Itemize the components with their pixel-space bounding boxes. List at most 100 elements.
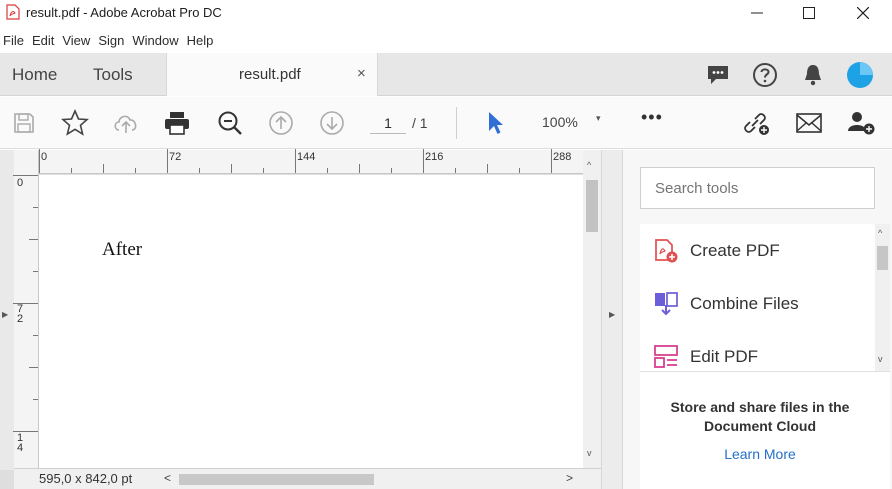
- scroll-down-icon[interactable]: v: [878, 354, 883, 364]
- help-icon[interactable]: [751, 61, 779, 89]
- window-title: result.pdf - Adobe Acrobat Pro DC: [26, 5, 222, 20]
- tab-tools[interactable]: Tools: [93, 65, 133, 85]
- right-pane-handle[interactable]: ▶: [601, 150, 623, 489]
- account-avatar[interactable]: [846, 61, 874, 89]
- menu-sign[interactable]: Sign: [94, 30, 128, 52]
- zoom-value[interactable]: 100%: [542, 114, 578, 130]
- title-bar: result.pdf - Adobe Acrobat Pro DC: [0, 0, 892, 26]
- menu-help[interactable]: Help: [183, 30, 218, 52]
- combine-files-icon: [652, 290, 680, 318]
- tool-combine-files[interactable]: Combine Files: [640, 286, 872, 322]
- ruler-label: 0: [17, 177, 24, 189]
- toolbar-divider: [456, 107, 457, 139]
- vertical-ruler: 0 7 2 1 4: [13, 150, 39, 468]
- ruler-tick: [487, 164, 488, 173]
- ruler-tick: [103, 164, 104, 173]
- ruler-label: 144: [297, 151, 316, 163]
- menu-window[interactable]: Window: [128, 30, 182, 52]
- ruler-tick: [263, 168, 264, 173]
- ruler-tick: [327, 168, 328, 173]
- maximize-icon: [803, 7, 815, 19]
- scroll-up-icon[interactable]: ^: [878, 228, 882, 238]
- share-link-icon[interactable]: [741, 108, 771, 138]
- tools-scrollbar[interactable]: ^ v: [875, 224, 890, 371]
- tool-edit-pdf[interactable]: Edit PDF: [640, 339, 872, 371]
- menu-view[interactable]: View: [58, 30, 94, 52]
- email-icon[interactable]: [794, 108, 824, 138]
- scroll-thumb[interactable]: [877, 246, 888, 270]
- tab-close-icon[interactable]: ×: [357, 65, 366, 82]
- scroll-up-icon[interactable]: ^: [587, 160, 591, 170]
- print-icon[interactable]: [162, 108, 192, 138]
- ruler-tick: [231, 164, 232, 173]
- ruler-tick: [551, 149, 552, 173]
- maximize-button[interactable]: [786, 0, 832, 26]
- page-number-input[interactable]: 1: [370, 112, 406, 134]
- tab-document[interactable]: result.pdf ×: [166, 53, 378, 96]
- tool-label: Create PDF: [690, 241, 780, 260]
- tool-create-pdf[interactable]: Create PDF: [640, 233, 872, 269]
- upload-icon[interactable]: [111, 108, 141, 138]
- pdf-page[interactable]: After: [39, 175, 583, 468]
- tools-list: Create PDF Combine Files Edit PDF: [640, 224, 875, 371]
- ruler-tick: [33, 335, 38, 336]
- collapse-right-pane-icon[interactable]: ▶: [609, 310, 615, 319]
- ruler-tick: [295, 149, 296, 173]
- ruler-tick: [391, 168, 392, 173]
- page-size: 595,0 x 842,0 pt: [39, 471, 133, 486]
- ruler-tick: [29, 239, 38, 240]
- more-tools-icon[interactable]: •••: [641, 107, 663, 128]
- star-icon[interactable]: [60, 108, 90, 138]
- ruler-label: 216: [425, 151, 444, 163]
- page-up-icon[interactable]: [266, 108, 296, 138]
- search-tools-input[interactable]: [640, 167, 875, 209]
- scroll-thumb[interactable]: [586, 180, 598, 232]
- ruler-tick: [519, 168, 520, 173]
- ruler-tick: [29, 367, 38, 368]
- ruler-tick: [71, 168, 72, 173]
- zoom-out-icon[interactable]: [215, 108, 245, 138]
- comment-icon[interactable]: [704, 61, 732, 89]
- select-cursor-icon[interactable]: [480, 108, 510, 138]
- edit-pdf-icon: [652, 343, 680, 371]
- menu-edit[interactable]: Edit: [28, 30, 58, 52]
- ruler-tick: [455, 168, 456, 173]
- ruler-tick: [13, 431, 38, 432]
- ruler-tick: [13, 175, 38, 176]
- ruler-tick: [13, 303, 38, 304]
- create-pdf-icon: [652, 237, 680, 265]
- tool-label: Edit PDF: [690, 347, 759, 366]
- toolbar: 1 / 1 100% ▾ •••: [0, 97, 892, 149]
- ruler-label: 1 4: [17, 432, 24, 454]
- expand-left-icon[interactable]: ▶: [2, 310, 8, 319]
- scroll-down-icon[interactable]: v: [587, 448, 592, 458]
- menu-file[interactable]: File: [0, 30, 28, 52]
- ruler-label: 0: [41, 151, 48, 163]
- scroll-left-icon[interactable]: <: [164, 471, 171, 485]
- add-user-icon[interactable]: [846, 108, 876, 138]
- minimize-icon: [751, 12, 763, 14]
- horizontal-scroll-thumb[interactable]: [179, 474, 374, 485]
- zoom-dropdown-icon[interactable]: ▾: [596, 113, 601, 124]
- bell-icon[interactable]: [799, 61, 827, 89]
- tools-pane: Create PDF Combine Files Edit PDF ^ v St…: [623, 150, 892, 489]
- scroll-right-icon[interactable]: >: [566, 471, 573, 485]
- document-cloud-promo: Store and share files in the Document Cl…: [640, 371, 890, 489]
- pdf-app-icon: [6, 4, 20, 20]
- page-down-icon[interactable]: [317, 108, 347, 138]
- close-button[interactable]: [840, 0, 886, 26]
- ruler-tick: [199, 168, 200, 173]
- ruler-label: 72: [169, 151, 182, 163]
- ruler-label: 7 2: [17, 303, 24, 325]
- minimize-button[interactable]: [734, 0, 780, 26]
- save-icon[interactable]: [9, 108, 39, 138]
- tool-label: Combine Files: [690, 294, 799, 313]
- left-pane-handle[interactable]: ▶: [0, 150, 14, 470]
- ruler-tick: [423, 149, 424, 173]
- close-icon: [857, 7, 869, 19]
- page-text: After: [102, 239, 143, 260]
- tab-home[interactable]: Home: [12, 65, 57, 85]
- vertical-scrollbar[interactable]: ^ v: [583, 150, 601, 468]
- learn-more-link[interactable]: Learn More: [650, 446, 870, 462]
- menu-bar: File Edit View Sign Window Help: [0, 30, 892, 52]
